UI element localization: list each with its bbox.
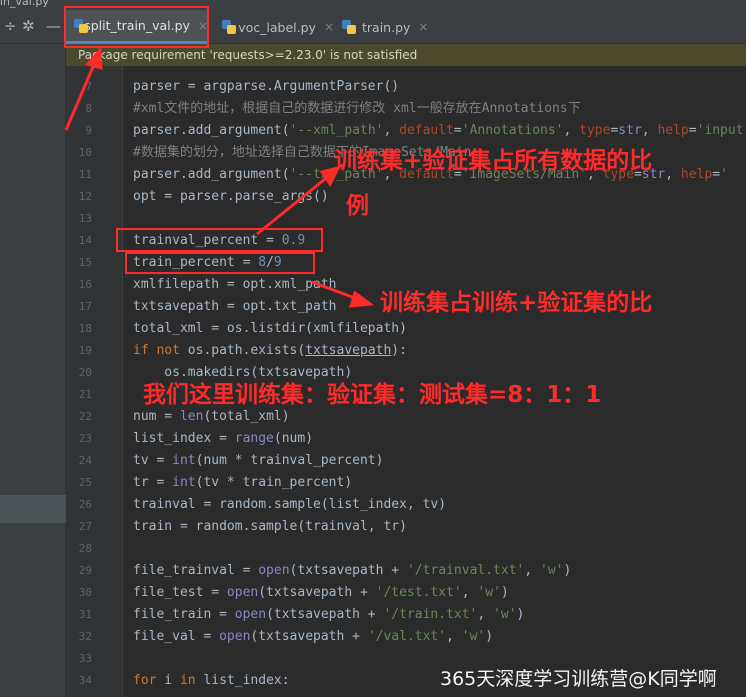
highlight-box-train bbox=[125, 252, 315, 274]
code-line: file_train = open(txtsavepath + '/train.… bbox=[133, 607, 525, 622]
line-number: 33 bbox=[78, 652, 92, 665]
line-number: 10 bbox=[78, 146, 92, 159]
annotation-trainval-ratio-cont: 例 bbox=[346, 193, 369, 219]
line-number: 14 bbox=[78, 234, 92, 247]
code-line: list_index = range(num) bbox=[133, 431, 314, 446]
tab-label: voc_label.py bbox=[238, 19, 316, 35]
close-icon[interactable]: × bbox=[324, 20, 334, 34]
highlight-box-tab bbox=[64, 6, 209, 48]
code-line: num = len(total_xml) bbox=[133, 409, 290, 424]
code-line: file_trainval = open(txtsavepath + '/tra… bbox=[133, 563, 572, 578]
line-number: 30 bbox=[78, 586, 92, 599]
window-title: in_val.py bbox=[0, 0, 49, 8]
python-file-icon bbox=[342, 20, 356, 34]
code-line: parser = argparse.ArgumentParser() bbox=[133, 79, 400, 94]
line-number: 16 bbox=[78, 278, 92, 291]
annotation-train-ratio: 训练集占训练+验证集的比 bbox=[380, 290, 653, 316]
tab-train[interactable]: train.py × bbox=[334, 10, 434, 44]
line-number: 27 bbox=[78, 520, 92, 533]
code-line: #xml文件的地址，根据自己的数据进行修改 xml一般存放在Annotation… bbox=[133, 101, 581, 116]
code-line: tv = int(num * trainval_percent) bbox=[133, 453, 384, 468]
code-line: tr = int(tv * train_percent) bbox=[133, 475, 353, 490]
selected-project-row[interactable] bbox=[0, 495, 66, 523]
line-number: 13 bbox=[78, 212, 92, 225]
annotation-split-ratio: 我们这里训练集：验证集：测试集=8：1：1 bbox=[143, 382, 602, 408]
highlight-box-trainval bbox=[116, 228, 323, 252]
annotation-trainval-ratio: 训练集+验证集占所有数据的比 bbox=[334, 148, 653, 174]
watermark-text: 365天深度学习训练营@K同学啊 bbox=[440, 668, 717, 690]
code-line: file_val = open(txtsavepath + '/val.txt'… bbox=[133, 629, 494, 644]
line-number: 17 bbox=[78, 300, 92, 313]
minimize-icon[interactable]: — bbox=[46, 18, 61, 34]
collapse-icon[interactable]: ÷ bbox=[4, 18, 17, 34]
line-number: 28 bbox=[78, 542, 92, 555]
code-line: os.makedirs(txtsavepath) bbox=[133, 365, 353, 380]
line-number: 18 bbox=[78, 322, 92, 335]
line-number-gutter: 7 8 9 10 11 12 13 14 15 16 17 18 19 20 2… bbox=[66, 66, 123, 697]
code-line: for i in list_index: bbox=[133, 673, 290, 688]
line-number: 23 bbox=[78, 432, 92, 445]
line-number: 11 bbox=[78, 168, 92, 181]
code-line: if not os.path.exists(txtsavepath): bbox=[133, 343, 407, 358]
code-line: file_test = open(txtsavepath + '/test.tx… bbox=[133, 585, 509, 600]
line-number: 12 bbox=[78, 190, 92, 203]
line-number: 25 bbox=[78, 476, 92, 489]
line-number: 34 bbox=[78, 674, 92, 687]
code-line: opt = parser.parse_args() bbox=[133, 189, 329, 204]
code-line: xmlfilepath = opt.xml_path bbox=[133, 277, 337, 292]
project-tool-window bbox=[0, 44, 66, 697]
tab-label: train.py bbox=[362, 19, 411, 35]
line-number: 9 bbox=[85, 124, 92, 137]
tool-window-controls: ÷ ✲ — bbox=[0, 10, 66, 44]
line-number: 22 bbox=[78, 410, 92, 423]
code-line: txtsavepath = opt.txt_path bbox=[133, 299, 337, 314]
line-number: 20 bbox=[78, 366, 92, 379]
line-number: 7 bbox=[85, 80, 92, 93]
code-line: total_xml = os.listdir(xmlfilepath) bbox=[133, 321, 407, 336]
line-number: 19 bbox=[78, 344, 92, 357]
code-line: train = random.sample(trainval, tr) bbox=[133, 519, 407, 534]
line-number: 8 bbox=[85, 102, 92, 115]
tab-voc-label[interactable]: voc_label.py × bbox=[214, 10, 334, 44]
line-number: 29 bbox=[78, 564, 92, 577]
line-number: 21 bbox=[78, 388, 92, 401]
close-icon[interactable]: × bbox=[418, 20, 428, 34]
line-number: 15 bbox=[78, 256, 92, 269]
python-file-icon bbox=[222, 20, 237, 34]
code-line: parser.add_argument('--xml_path', defaul… bbox=[133, 123, 744, 138]
gear-icon[interactable]: ✲ bbox=[22, 18, 35, 34]
line-number: 24 bbox=[78, 454, 92, 467]
line-number: 32 bbox=[78, 630, 92, 643]
code-line: trainval = random.sample(list_index, tv) bbox=[133, 497, 447, 512]
line-number: 26 bbox=[78, 498, 92, 511]
line-number: 31 bbox=[78, 608, 92, 621]
